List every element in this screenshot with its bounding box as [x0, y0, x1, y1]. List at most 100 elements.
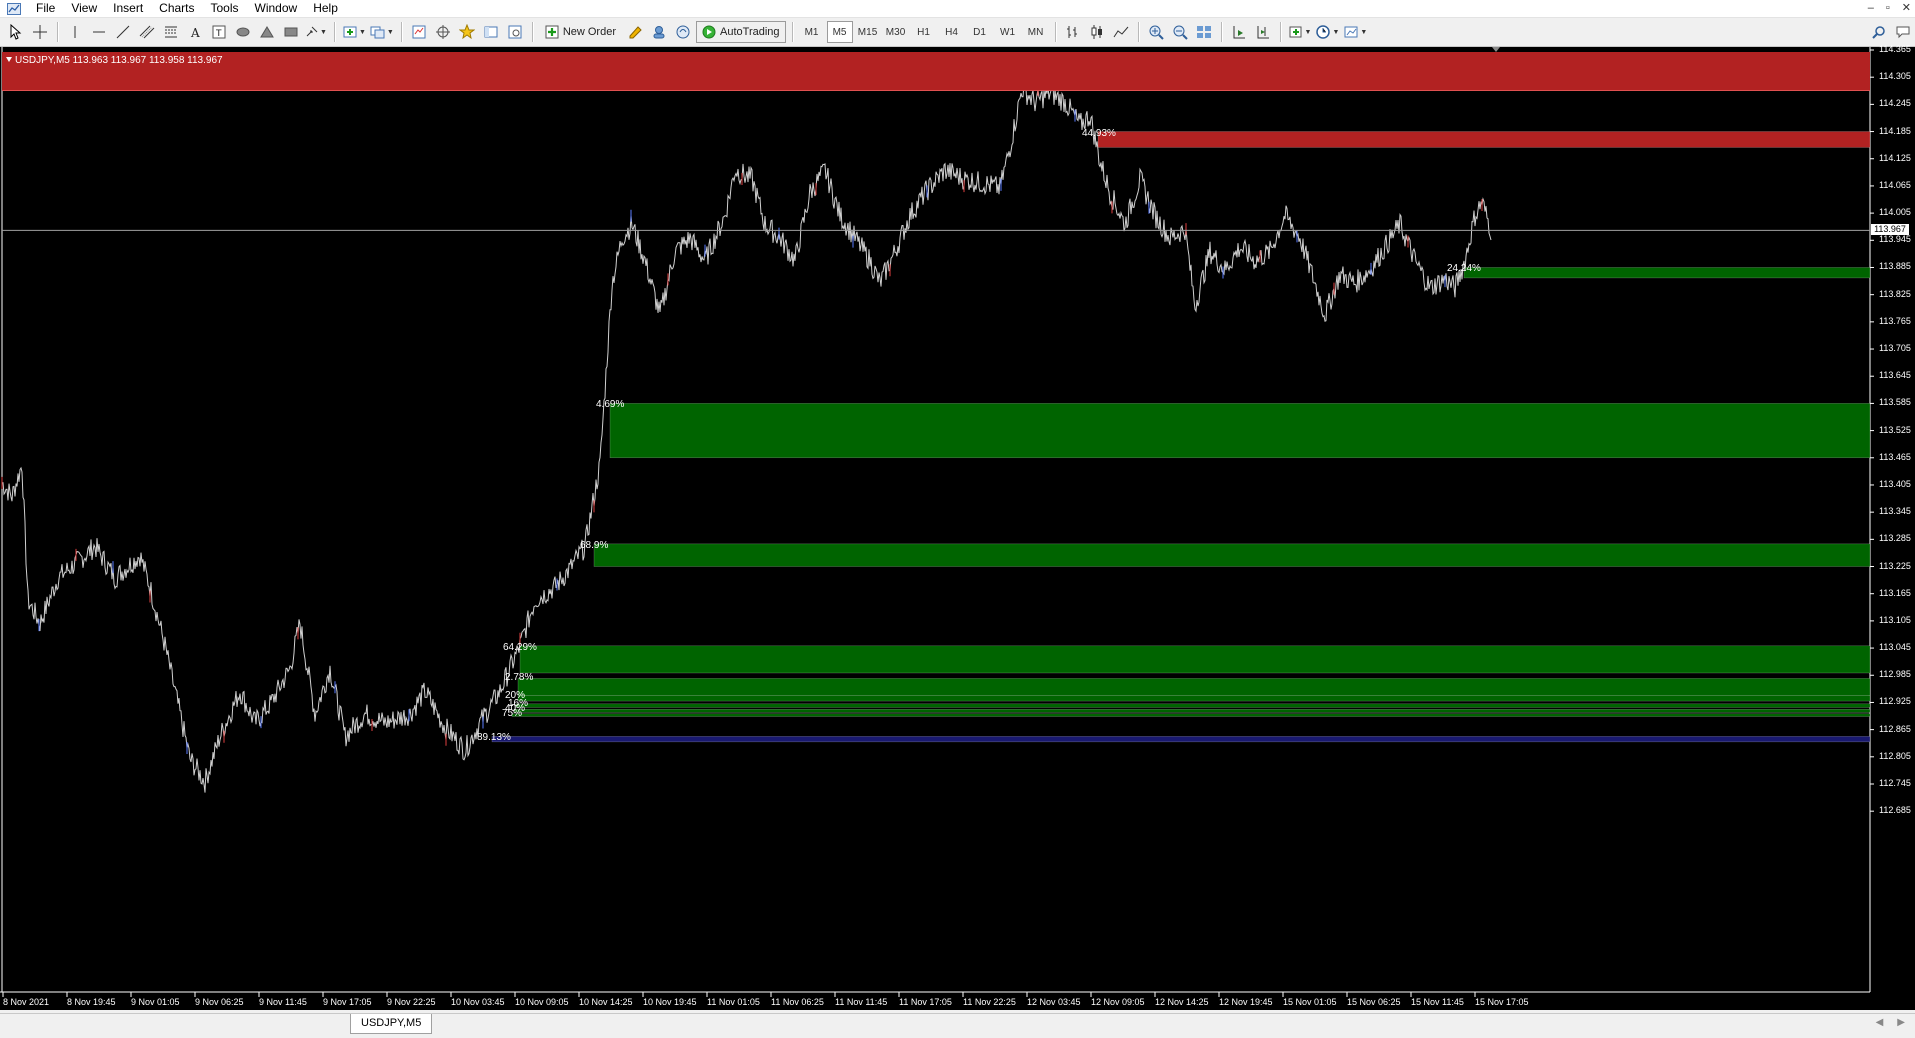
separator: [531, 22, 533, 42]
price-tick-label: 113.645: [1879, 370, 1911, 381]
menu-charts[interactable]: Charts: [151, 0, 202, 17]
zone-demand: [517, 695, 1871, 702]
tab-usdjpy-m5[interactable]: USDJPY,M5: [350, 1014, 433, 1034]
horizontal-line-icon[interactable]: [88, 21, 110, 43]
separator: [57, 22, 58, 42]
arrows-dropdown-icon[interactable]: ▼: [304, 21, 328, 43]
time-tick-label: 10 Nov 09:05: [515, 997, 569, 1007]
timeframe-d1[interactable]: D1: [967, 21, 993, 43]
separator: [400, 22, 402, 42]
close-button[interactable]: ✕: [1902, 0, 1911, 17]
timeframe-m15[interactable]: M15: [855, 21, 881, 43]
timeframe-w1[interactable]: W1: [995, 21, 1021, 43]
time-tick-label: 8 Nov 2021: [3, 997, 50, 1007]
text-icon[interactable]: A: [184, 21, 206, 43]
menu-help[interactable]: Help: [305, 0, 346, 17]
price-tick-label: 113.045: [1879, 642, 1911, 653]
time-tick-label: 12 Nov 14:25: [1155, 997, 1209, 1007]
child-window-controls: – ▫ ✕: [1868, 0, 1911, 17]
rectangle-icon[interactable]: [280, 21, 302, 43]
zoom-out-icon[interactable]: [1169, 21, 1191, 43]
timeframe-m1[interactable]: M1: [799, 21, 825, 43]
zone-demand: [609, 403, 1871, 459]
tab-scroll-right-icon[interactable]: ▶: [1897, 1017, 1905, 1028]
bar-chart-icon[interactable]: [1062, 21, 1084, 43]
terminal-icon[interactable]: [480, 21, 502, 43]
zoom-in-icon[interactable]: [1145, 21, 1167, 43]
time-tick-label: 9 Nov 11:45: [259, 997, 307, 1007]
strategy-tester-icon[interactable]: [504, 21, 526, 43]
zone-percent-label: 44.93%: [1082, 127, 1116, 139]
cursor-icon[interactable]: [5, 21, 27, 43]
price-tick-label: 113.465: [1879, 451, 1911, 462]
indicators-icon[interactable]: ▼: [1287, 21, 1313, 43]
autotrading-button[interactable]: AutoTrading: [696, 21, 786, 43]
chart-shift-icon[interactable]: [1252, 21, 1274, 43]
price-tick-label: 114.185: [1879, 125, 1911, 136]
trendline-icon[interactable]: [112, 21, 134, 43]
new-order-label: New Order: [562, 26, 616, 38]
triangle-icon[interactable]: [256, 21, 278, 43]
tile-windows-icon[interactable]: [1193, 21, 1215, 43]
time-tick-label: 11 Nov 11:45: [835, 997, 888, 1007]
bid-price-box: 113.967: [1871, 224, 1909, 236]
market-watch-icon[interactable]: [408, 21, 430, 43]
autoscroll-icon[interactable]: [1228, 21, 1250, 43]
price-chart[interactable]: [0, 47, 1915, 1010]
time-tick-label: 11 Nov 17:05: [899, 997, 952, 1007]
timeframe-h4[interactable]: H4: [939, 21, 965, 43]
metaeditor-icon[interactable]: [624, 21, 646, 43]
chat-icon[interactable]: [1892, 21, 1914, 43]
experts-icon[interactable]: [648, 21, 670, 43]
periods-icon[interactable]: ▼: [1314, 21, 1340, 43]
data-window-icon[interactable]: [432, 21, 454, 43]
line-chart-icon[interactable]: [1110, 21, 1132, 43]
menu-tools[interactable]: Tools: [203, 0, 247, 17]
navigator-icon[interactable]: [456, 21, 478, 43]
price-tick-label: 113.285: [1879, 533, 1911, 544]
new-order-button[interactable]: New Order: [539, 21, 622, 43]
time-tick-label: 15 Nov 01:05: [1283, 997, 1337, 1007]
candlestick-icon[interactable]: [1086, 21, 1108, 43]
autotrading-label: AutoTrading: [720, 26, 780, 38]
timeframe-h1[interactable]: H1: [911, 21, 937, 43]
templates-icon[interactable]: ▼: [1342, 21, 1368, 43]
zone-demand: [517, 678, 1871, 696]
chart-tabs: USDJPY,M5 ◀ ▶: [0, 1013, 1915, 1038]
timeframe-m30[interactable]: M30: [883, 21, 909, 43]
restore-button[interactable]: ▫: [1886, 0, 1890, 17]
zone-percent-label: 89.13%: [477, 732, 511, 744]
collapse-triangle-icon[interactable]: [6, 57, 12, 62]
menu-view[interactable]: View: [63, 0, 105, 17]
new-chart-icon[interactable]: ▼: [341, 21, 367, 43]
app-icon[interactable]: [6, 2, 22, 16]
price-tick-label: 114.365: [1879, 44, 1911, 54]
zone-demand: [593, 543, 1871, 567]
time-tick-label: 11 Nov 01:05: [707, 997, 760, 1007]
timeframe-mn[interactable]: MN: [1023, 21, 1049, 43]
chart-window[interactable]: USDJPY,M5 113.963 113.967 113.958 113.96…: [0, 44, 1915, 1010]
price-tick-label: 112.745: [1879, 778, 1911, 788]
price-tick-label: 113.345: [1879, 506, 1911, 517]
menu-file[interactable]: File: [28, 0, 63, 17]
tab-scroll-left-icon[interactable]: ◀: [1876, 1017, 1884, 1028]
fibonacci-icon[interactable]: [160, 21, 182, 43]
menu-window[interactable]: Window: [247, 0, 306, 17]
minimize-button[interactable]: –: [1868, 0, 1874, 17]
ellipse-icon[interactable]: [232, 21, 254, 43]
zone-percent-label: 68.9%: [580, 539, 609, 551]
time-tick-label: 12 Nov 09:05: [1091, 997, 1145, 1007]
price-tick-label: 113.225: [1879, 560, 1911, 571]
vertical-line-icon[interactable]: [64, 21, 86, 43]
text-label-icon[interactable]: T: [208, 21, 230, 43]
signals-icon[interactable]: [672, 21, 694, 43]
menu-insert[interactable]: Insert: [105, 0, 151, 17]
profiles-icon[interactable]: ▼: [369, 21, 395, 43]
price-tick-label: 113.825: [1879, 288, 1911, 299]
channel-icon[interactable]: [136, 21, 158, 43]
crosshair-icon[interactable]: [29, 21, 51, 43]
time-tick-label: 10 Nov 03:45: [451, 997, 505, 1007]
timeframe-m5[interactable]: M5: [826, 21, 853, 43]
price-tick-label: 112.925: [1879, 696, 1911, 707]
search-icon[interactable]: [1868, 21, 1890, 43]
